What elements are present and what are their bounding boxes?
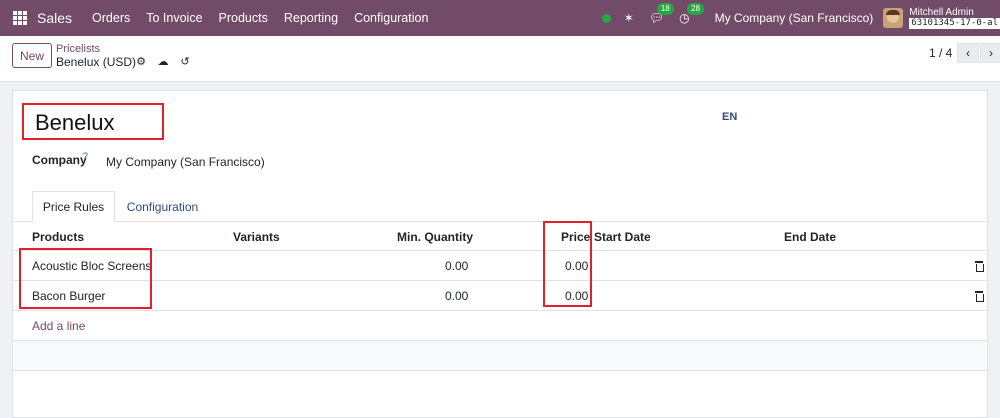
tab-price-rules[interactable]: Price Rules — [32, 191, 115, 222]
chevron-left-icon: ‹ — [966, 46, 970, 60]
row-divider — [13, 370, 987, 371]
cloud-save-icon[interactable]: ☁ — [154, 55, 172, 68]
empty-row — [13, 341, 987, 370]
add-a-line-link[interactable]: Add a line — [32, 319, 85, 333]
menu-configuration[interactable]: Configuration — [354, 11, 428, 25]
row-divider — [13, 280, 987, 281]
column-min-quantity[interactable]: Min. Quantity — [397, 230, 473, 244]
help-tooltip-icon[interactable]: ? — [83, 151, 88, 161]
messages-badge: 18 — [656, 3, 674, 15]
pricelist-name-input[interactable]: Benelux — [35, 110, 115, 136]
column-start-date[interactable]: Start Date — [594, 230, 651, 244]
company-label: Company — [32, 153, 87, 167]
top-navbar: Sales Orders To Invoice Products Reporti… — [0, 0, 1000, 36]
column-products[interactable]: Products — [32, 230, 84, 244]
company-switcher[interactable]: My Company (San Francisco) — [715, 11, 874, 25]
row-divider — [13, 310, 987, 311]
language-button[interactable]: EN — [722, 111, 737, 123]
new-button[interactable]: New — [12, 43, 52, 68]
apps-grid-icon[interactable] — [13, 11, 27, 25]
user-avatar[interactable] — [883, 8, 904, 28]
menu-to-invoice[interactable]: To Invoice — [146, 11, 202, 25]
debug-bug-icon[interactable]: ✶ — [624, 11, 634, 25]
tab-configuration[interactable]: Configuration — [116, 191, 209, 222]
column-variants[interactable]: Variants — [233, 230, 280, 244]
header-divider — [13, 250, 987, 251]
row2-delete-trash-icon[interactable] — [974, 291, 984, 302]
breadcrumb-pricelists[interactable]: Pricelists — [56, 43, 100, 55]
record-actions: ⚙ ☁ ↺ — [132, 55, 198, 68]
company-field[interactable]: My Company (San Francisco) — [106, 155, 265, 169]
row2-min-quantity[interactable]: 0.00 — [445, 289, 468, 303]
activities-clock-icon[interactable]: ◷ 28 — [679, 3, 704, 25]
user-name: Mitchell Admin — [909, 7, 974, 18]
presence-status-icon — [601, 13, 611, 23]
control-panel: New Pricelists Benelux (USD) ⚙ ☁ ↺ 1 / 4… — [0, 36, 1000, 82]
products-highlight-box — [19, 248, 152, 309]
pager-previous-button[interactable]: ‹ — [957, 43, 979, 63]
column-end-date[interactable]: End Date — [784, 230, 836, 244]
row1-delete-trash-icon[interactable] — [974, 261, 984, 272]
price-highlight-box — [543, 221, 592, 307]
menu-orders[interactable]: Orders — [92, 11, 130, 25]
user-menu[interactable]: Mitchell Admin 63101345-17-0-al — [909, 7, 1000, 29]
chevron-right-icon: › — [989, 46, 993, 60]
messages-icon[interactable]: 💬︎ 18 — [649, 3, 674, 25]
database-name: 63101345-17-0-al — [909, 18, 1000, 29]
notebook-tabs: Price Rules Configuration — [13, 191, 987, 222]
menu-products[interactable]: Products — [219, 11, 268, 25]
form-sheet: Benelux EN Company ? My Company (San Fra… — [12, 90, 988, 418]
pager-value[interactable]: 1 / 4 — [929, 46, 952, 60]
menu-reporting[interactable]: Reporting — [284, 11, 338, 25]
app-brand[interactable]: Sales — [37, 10, 72, 26]
record-title: Benelux (USD) — [56, 55, 137, 69]
activities-badge: 28 — [687, 3, 704, 15]
discard-undo-icon[interactable]: ↺ — [176, 55, 194, 68]
pager-next-button[interactable]: › — [980, 43, 1000, 63]
gear-icon[interactable]: ⚙ — [132, 55, 150, 68]
navbar-right: ✶ 💬︎ 18 ◷ 28 My Company (San Francisco) Mi… — [601, 0, 1000, 36]
row1-min-quantity[interactable]: 0.00 — [445, 259, 468, 273]
